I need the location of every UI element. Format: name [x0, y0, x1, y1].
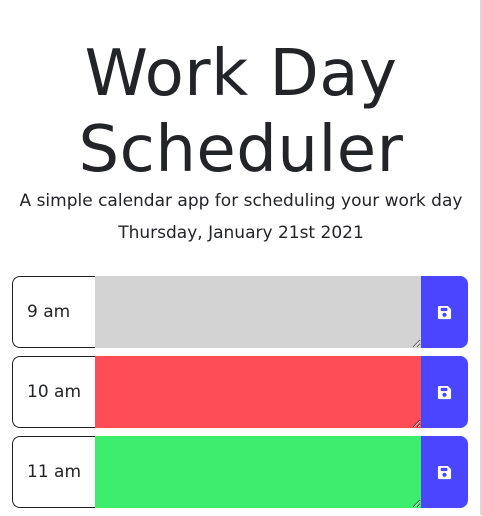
time-block-row: 10 am — [12, 356, 468, 428]
description-textarea[interactable] — [95, 436, 421, 508]
save-button[interactable] — [421, 436, 468, 508]
page-title: Work Day Scheduler — [0, 36, 482, 188]
title-line-2: Scheduler — [78, 113, 404, 187]
jumbotron-header: Work Day Scheduler A simple calendar app… — [0, 0, 482, 244]
title-line-1: Work Day — [84, 37, 398, 111]
floppy-disk-icon — [437, 465, 452, 479]
lead-text: A simple calendar app for scheduling you… — [19, 191, 463, 211]
current-day: Thursday, January 21st 2021 — [118, 223, 364, 243]
floppy-disk-icon — [437, 305, 452, 319]
save-button[interactable] — [421, 356, 468, 428]
description-textarea[interactable] — [95, 276, 421, 348]
floppy-disk-icon — [437, 385, 452, 399]
hour-label: 10 am — [12, 356, 95, 428]
description-textarea[interactable] — [95, 356, 421, 428]
hour-label: 9 am — [12, 276, 95, 348]
time-block-row: 11 am — [12, 436, 468, 508]
time-block-container: 9 am 10 am 11 am — [12, 276, 468, 516]
time-block-row: 9 am — [12, 276, 468, 348]
save-button[interactable] — [421, 276, 468, 348]
hour-label: 11 am — [12, 436, 95, 508]
